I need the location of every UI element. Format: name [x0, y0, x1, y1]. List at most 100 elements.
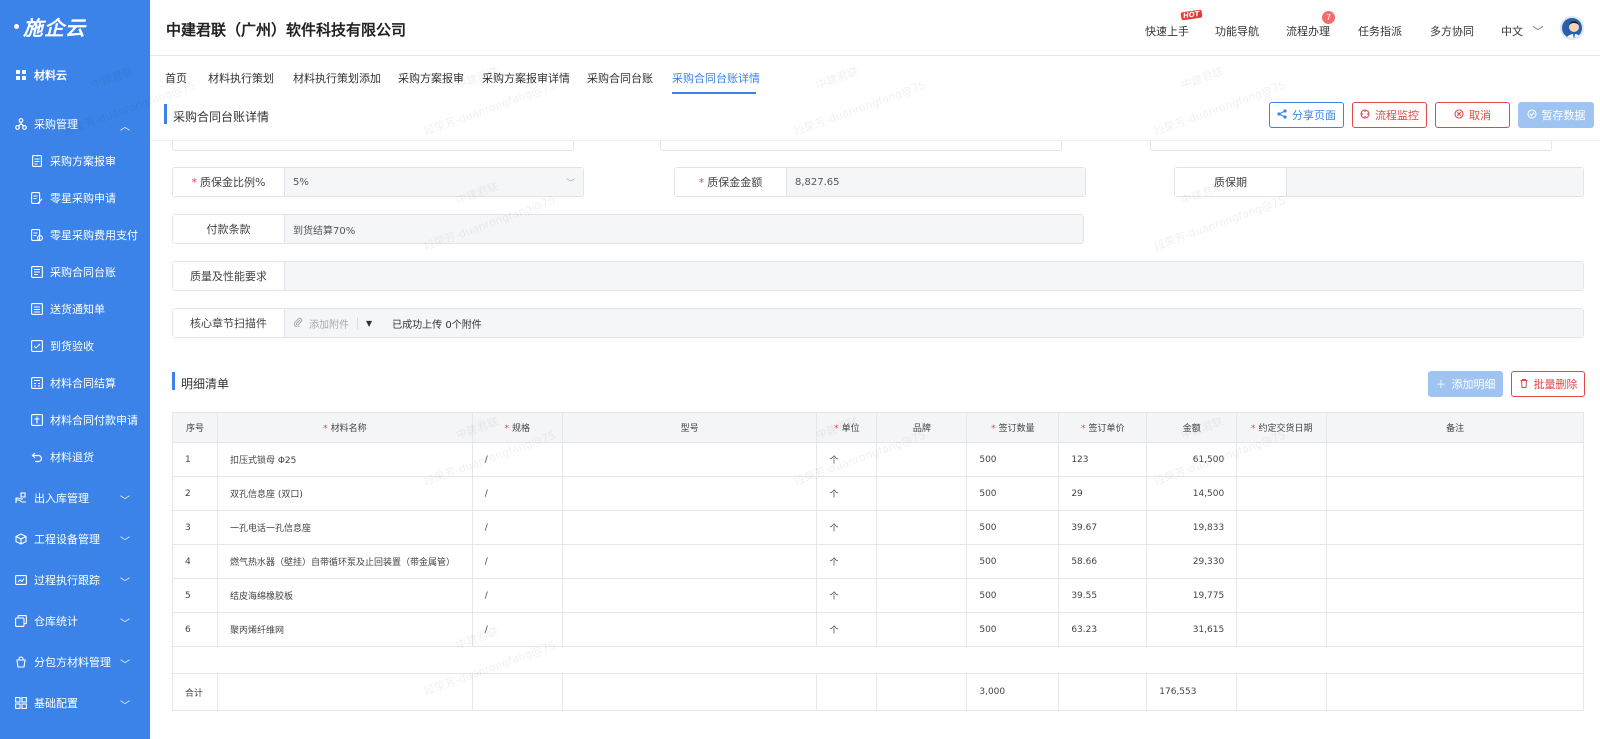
share-page-button[interactable]: 分享页面 [1269, 102, 1344, 128]
sidebar-item-contract-settlement[interactable]: 材料合同结算 [0, 368, 150, 398]
sidebar-item-material-return[interactable]: 材料退货 [0, 442, 150, 472]
warranty-ratio-select[interactable]: 5% ﹀ [285, 168, 583, 196]
warranty-period-input[interactable] [1287, 168, 1583, 196]
bag-icon [14, 655, 28, 669]
column-header: 型号 [561, 412, 818, 443]
sidebar-item-contract-payment-request[interactable]: 材料合同付款申请 [0, 405, 150, 435]
table-cell-model [561, 578, 818, 613]
table-cell-unit: 个 [816, 544, 878, 579]
sidebar-item-label: 工程设备管理 [34, 533, 100, 546]
batch-delete-button[interactable]: 批量删除 [1511, 371, 1585, 397]
sidebar-item-label: 仓库统计 [34, 615, 78, 628]
sidebar-item-label: 材料合同付款申请 [50, 414, 138, 427]
button-label: 暂存数据 [1541, 109, 1586, 122]
sidebar-item-delivery-notice[interactable]: 送货通知单 [0, 294, 150, 324]
process-monitor-button[interactable]: 流程监控 [1352, 102, 1427, 128]
chevron-down-icon: ﹀ [120, 537, 130, 548]
sidebar-item-basic-config[interactable]: 基础配置 ﹀ [0, 688, 150, 718]
logo-text: 施企云 [23, 15, 86, 40]
tab-purchase-plan-review[interactable]: 采购方案报审 [398, 70, 464, 86]
sidebar: 施企云 材料云 采购管理 ︿ 采购方案报审 零星采购申请 零星采购费用支付 采购… [0, 0, 150, 739]
quality-requirements-field[interactable]: 质量及性能要求 [172, 261, 1584, 291]
sidebar-item-process-tracking[interactable]: 过程执行跟踪 ﹀ [0, 565, 150, 595]
nav-task-assign[interactable]: 任务指派 [1358, 23, 1402, 39]
payment-terms-field[interactable]: 付款条款 到货结算70% [172, 214, 1084, 244]
apps-icon [14, 696, 28, 710]
header-label: 签订数量 [998, 424, 1035, 434]
table-cell-date [1236, 612, 1328, 647]
table-row[interactable]: 3 一孔电话一孔信息座 / 个 500 39.67 19,833 [172, 510, 1584, 545]
sidebar-item-label: 过程执行跟踪 [34, 574, 100, 587]
sidebar-item-warehouse-statistics[interactable]: 仓库统计 ﹀ [0, 606, 150, 636]
close-circle-icon [1454, 108, 1464, 122]
sidebar-item-label: 到货验收 [50, 340, 94, 353]
add-attachment-button[interactable]: 添加附件 [293, 316, 349, 331]
tab-home[interactable]: 首页 [165, 70, 187, 86]
core-chapter-scan-field: 核心章节扫描件 添加附件 ▼ 已成功上传 0个附件 [172, 308, 1584, 338]
table-cell-unit: 个 [816, 476, 878, 511]
tab-purchase-contract-ledger[interactable]: 采购合同台账 [587, 70, 653, 86]
language-switcher[interactable]: 中文 ﹀ [1501, 23, 1544, 39]
nav-process-handling[interactable]: 流程办理 7 [1286, 11, 1335, 39]
label-text: 质保金金额 [707, 176, 763, 189]
label-text: 质保金比例% [200, 176, 266, 189]
tab-bar: 首页 材料执行策划 材料执行策划添加 采购方案报审 采购方案报审详情 采购合同台… [150, 56, 1600, 96]
table-cell-name: 结皮海绵橡胶板 [216, 578, 473, 613]
avatar[interactable] [1560, 16, 1584, 40]
sidebar-item-sporadic-purchase-request[interactable]: 零星采购申请 [0, 183, 150, 213]
table-cell-qty: 500 [966, 510, 1060, 545]
table-cell-date [1236, 510, 1328, 545]
detail-table: 序号 * 材料名称 * 规格 型号 * 单位 品牌 * 签订数量 * 签订单价 金额 * 约… [172, 412, 1584, 711]
table-row[interactable]: 4 燃气热水器（壁挂）自带循环泵及止回装置（带金属管） / 个 500 58.66 29,3… [172, 544, 1584, 579]
table-header-row: 序号 * 材料名称 * 规格 型号 * 单位 品牌 * 签订数量 * 签订单价 金额 * 约… [172, 412, 1584, 443]
sidebar-item-purchase-plan-review[interactable]: 采购方案报审 [0, 146, 150, 176]
warranty-period-field[interactable]: 质保期 [1174, 167, 1584, 197]
table-row[interactable]: 2 双孔信息座 (双口) / 个 500 29 14,500 [172, 476, 1584, 511]
chevron-down-icon: ﹀ [565, 179, 575, 189]
button-label: 分享页面 [1292, 109, 1336, 122]
tab-material-plan-add[interactable]: 材料执行策划添加 [293, 70, 381, 86]
payment-terms-input[interactable]: 到货结算70% [285, 215, 1083, 243]
language-label: 中文 [1501, 25, 1523, 38]
table-row[interactable]: 5 结皮海绵橡胶板 / 个 500 39.55 19,775 [172, 578, 1584, 613]
add-detail-button[interactable]: ＋ 添加明细 [1428, 371, 1503, 397]
sidebar-item-material-cloud[interactable]: 材料云 [0, 60, 150, 90]
tab-material-plan[interactable]: 材料执行策划 [208, 70, 274, 86]
table-cell-model [561, 544, 818, 579]
table-cell-price: 39.55 [1058, 578, 1148, 613]
form-row-fragment [1150, 141, 1552, 151]
logo[interactable]: 施企云 [0, 0, 150, 52]
cancel-button[interactable]: 取消 [1435, 102, 1510, 128]
sidebar-item-equipment-management[interactable]: 工程设备管理 ﹀ [0, 524, 150, 554]
track-icon [14, 573, 28, 587]
upload-status: 已成功上传 0个附件 [392, 319, 482, 331]
nav-quick-start[interactable]: 快速上手 HOT [1145, 9, 1203, 39]
tab-purchase-contract-ledger-detail[interactable]: 采购合同台账详情 [672, 70, 760, 86]
hot-badge: HOT [1180, 9, 1203, 21]
column-header: * 约定交货日期 [1236, 412, 1328, 443]
caret-down-icon[interactable]: ▼ [366, 319, 372, 328]
sidebar-item-sporadic-purchase-payment[interactable]: 零星采购费用支付 [0, 220, 150, 250]
chevron-down-icon: ﹀ [120, 578, 130, 589]
nav-function-navigation[interactable]: 功能导航 [1215, 23, 1259, 39]
nav-collaboration[interactable]: 多方协同 [1430, 23, 1474, 39]
sidebar-item-inventory-management[interactable]: 出入库管理 ﹀ [0, 483, 150, 513]
tab-purchase-plan-review-detail[interactable]: 采购方案报审详情 [482, 70, 570, 86]
quality-requirements-input[interactable] [285, 262, 1583, 290]
page-title-bar: 采购合同台账详情 分享页面 流程监控 取消 暂存数据 [150, 96, 1600, 140]
button-label: 流程监控 [1375, 109, 1419, 122]
warranty-ratio-field[interactable]: * 质保金比例% 5% ﹀ [172, 167, 584, 197]
table-row[interactable]: 6 聚丙烯纤维网 / 个 500 63.23 31,615 [172, 612, 1584, 647]
nav-label: 功能导航 [1215, 25, 1259, 38]
sidebar-item-purchase-contract-ledger[interactable]: 采购合同台账 [0, 257, 150, 287]
sidebar-item-arrival-acceptance[interactable]: 到货验收 [0, 331, 150, 361]
table-cell-name: 一孔电话一孔信息座 [216, 510, 473, 545]
save-draft-button[interactable]: 暂存数据 [1518, 102, 1594, 128]
doc-icon [30, 154, 44, 168]
sidebar-item-subcontractor-material[interactable]: 分包方材料管理 ﹀ [0, 647, 150, 677]
pay-doc-icon [30, 413, 44, 427]
sidebar-item-purchase-management[interactable]: 采购管理 ︿ [0, 109, 150, 139]
column-header: 品牌 [876, 412, 968, 443]
table-row[interactable]: 1 扣压式锁母 Φ25/ 个 500 123 61,500 [172, 442, 1584, 477]
sidebar-item-label: 基础配置 [34, 697, 78, 710]
